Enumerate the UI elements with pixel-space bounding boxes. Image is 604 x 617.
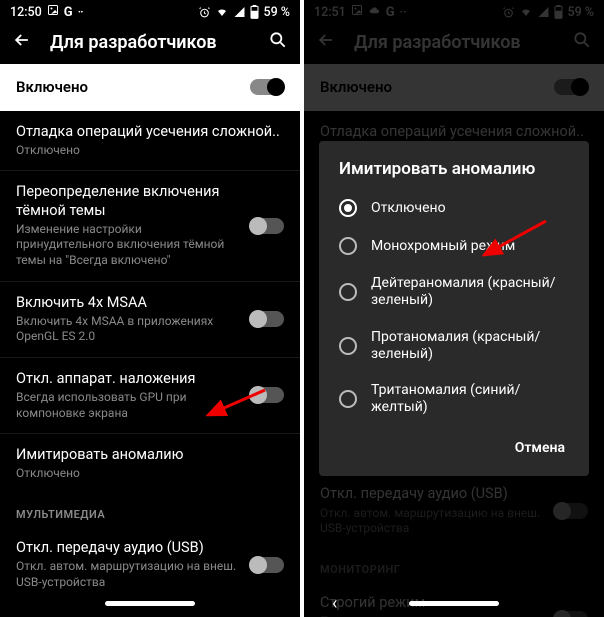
ellipsis-icon: ·· xyxy=(78,5,83,20)
section-multimedia: Мультимедиа xyxy=(0,494,300,527)
dialog-overlay[interactable]: Имитировать аномалию Отключено Монохромн… xyxy=(304,0,604,617)
setting-row-clip[interactable]: Отладка операций усечения сложной.. Откл… xyxy=(0,111,300,171)
radio-icon xyxy=(339,390,357,408)
nav-back-icon[interactable]: ‹ xyxy=(332,593,337,614)
radio-icon xyxy=(339,283,357,301)
radio-option-monochrome[interactable]: Монохромный режим xyxy=(319,227,589,265)
master-toggle[interactable] xyxy=(250,79,284,95)
settings-list[interactable]: Включено Отладка операций усечения сложн… xyxy=(0,64,300,617)
toggle-usb-audio[interactable] xyxy=(250,557,284,573)
left-screenshot: 12:50 G ·· 59 % Для разр xyxy=(0,0,300,617)
nav-bar[interactable] xyxy=(0,589,300,617)
radio-option-deuteranomaly[interactable]: Дейтераномалия (красный/зеленый) xyxy=(319,265,589,319)
toggle-hw-overlay[interactable] xyxy=(250,387,284,403)
radio-option-tritanomaly[interactable]: Тританомалия (синий/желтый) xyxy=(319,372,589,426)
dialog-title: Имитировать аномалию xyxy=(319,159,589,189)
simulate-anomaly-dialog: Имитировать аномалию Отключено Монохромн… xyxy=(319,141,589,476)
nav-bar[interactable]: ‹ xyxy=(304,589,604,617)
toggle-msaa[interactable] xyxy=(250,311,284,327)
signal-icon xyxy=(233,6,246,18)
setting-row-msaa[interactable]: Включить 4x MSAA Включить 4x MSAA в прил… xyxy=(0,282,300,357)
g-icon: G xyxy=(64,5,73,20)
page-title: Для разработчиков xyxy=(50,32,250,53)
right-screenshot: 12:51 G ·· 59 % xyxy=(304,0,604,617)
search-icon[interactable] xyxy=(268,30,288,54)
nav-pill[interactable] xyxy=(409,601,499,606)
alarm-icon xyxy=(198,6,211,19)
radio-option-disabled[interactable]: Отключено xyxy=(319,189,589,227)
radio-icon xyxy=(339,337,357,355)
nav-pill[interactable] xyxy=(105,601,195,606)
master-toggle-label: Включено xyxy=(16,78,250,97)
clock: 12:50 xyxy=(10,5,42,20)
master-toggle-row[interactable]: Включено xyxy=(0,64,300,111)
back-icon[interactable] xyxy=(12,30,32,54)
cancel-button[interactable]: Отмена xyxy=(507,432,573,464)
image-icon xyxy=(47,4,59,20)
radio-icon xyxy=(339,237,357,255)
setting-row-simulate-anomaly[interactable]: Имитировать аномалию Отключено xyxy=(0,434,300,494)
setting-row-hw-overlay[interactable]: Откл. аппарат. наложения Всегда использо… xyxy=(0,358,300,433)
wifi-icon xyxy=(215,6,229,18)
setting-row-dark-override[interactable]: Переопределение включения тёмной темы Из… xyxy=(0,171,300,280)
header: Для разработчиков xyxy=(0,22,300,64)
radio-option-protanomaly[interactable]: Протаномалия (красный/зеленый) xyxy=(319,319,589,373)
toggle-dark-override[interactable] xyxy=(250,218,284,234)
status-bar: 12:50 G ·· 59 % xyxy=(0,0,300,22)
battery-icon xyxy=(250,5,259,19)
battery-pct: 59 % xyxy=(263,5,290,20)
radio-icon xyxy=(339,199,357,217)
